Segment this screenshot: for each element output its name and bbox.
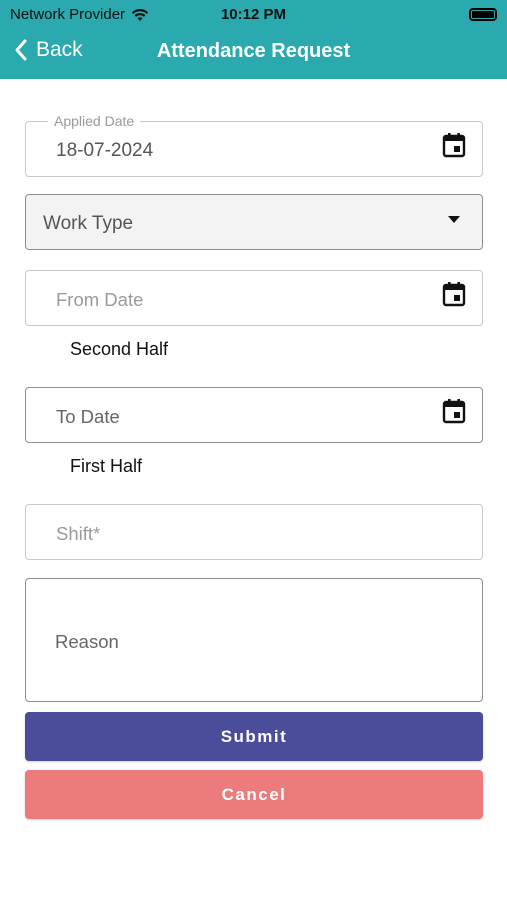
app-header: Network Provider 10:12 PM Back Attendanc… xyxy=(0,0,507,79)
calendar-icon[interactable] xyxy=(442,398,466,424)
to-date-half-option[interactable]: First Half xyxy=(70,456,142,477)
applied-date-field[interactable]: Applied Date 18-07-2024 xyxy=(25,113,483,177)
from-date-half-option[interactable]: Second Half xyxy=(70,339,168,360)
nav-bar: Back Attendance Request xyxy=(0,30,507,76)
from-date-field[interactable]: From Date xyxy=(25,270,483,326)
shift-field[interactable]: Shift* xyxy=(25,504,483,560)
cancel-button[interactable]: Cancel xyxy=(25,770,483,819)
to-date-placeholder: To Date xyxy=(56,406,120,427)
status-bar: Network Provider 10:12 PM xyxy=(0,0,507,28)
status-time: 10:12 PM xyxy=(220,6,287,23)
shift-placeholder: Shift* xyxy=(56,523,101,544)
calendar-icon[interactable] xyxy=(442,132,466,158)
reason-textarea[interactable]: Reason xyxy=(25,578,483,702)
work-type-value: Work Type xyxy=(43,213,134,234)
applied-date-label: Applied Date xyxy=(48,113,141,129)
applied-date-value: 18-07-2024 xyxy=(56,140,154,161)
caret-down-icon xyxy=(448,216,460,223)
calendar-icon[interactable] xyxy=(442,281,466,307)
submit-button[interactable]: Submit xyxy=(25,712,483,761)
reason-placeholder: Reason xyxy=(55,631,119,652)
battery-icon xyxy=(469,8,497,21)
from-date-placeholder: From Date xyxy=(56,289,144,310)
work-type-select[interactable]: Work Type xyxy=(25,194,483,250)
page-title: Attendance Request xyxy=(156,40,351,62)
to-date-field[interactable]: To Date xyxy=(25,387,483,443)
